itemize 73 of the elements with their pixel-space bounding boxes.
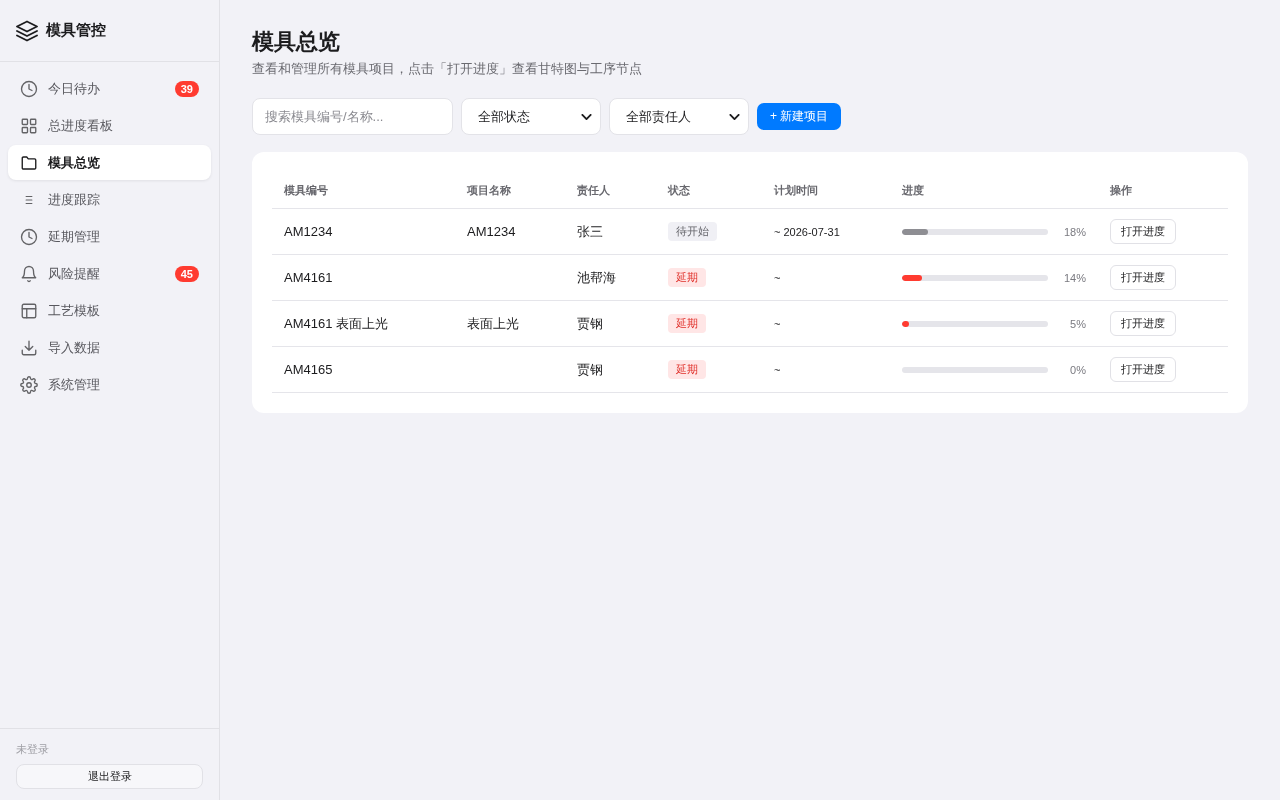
sidebar-item-label: 导入数据 [48,338,100,357]
table-cell: AM4161 [284,270,333,285]
sidebar-item[interactable]: 延期管理 [8,219,211,254]
column-header: 状态 [668,182,690,198]
sidebar-item[interactable]: 模具总览 [8,145,211,180]
table-cell: 池帮海 [577,268,616,287]
layers-icon [16,19,38,42]
sidebar-item[interactable]: 系统管理 [8,367,211,402]
chevron-down-icon [729,113,740,120]
sidebar-item[interactable]: 总进度看板 [8,108,211,143]
app-title: 模具管控 [46,21,106,40]
settings-icon [20,375,38,394]
open-progress-button[interactable]: 打开进度 [1110,357,1176,382]
count-badge: 45 [174,265,199,282]
sidebar-item-label: 模具总览 [48,153,100,172]
table-cell: ~ [774,363,781,376]
logout-button[interactable]: 退出登录 [16,764,203,789]
column-header: 责任人 [577,182,610,198]
sidebar-item[interactable]: 进度跟踪 [8,182,211,217]
table-cell: 贾钢 [577,360,603,379]
login-status: 未登录 [16,742,49,757]
column-header: 进度 [902,182,924,198]
page-subtitle: 查看和管理所有模具项目，点击「打开进度」查看甘特图与工序节点 [252,60,642,78]
clock-icon [20,79,38,98]
table-cell: AM4165 [284,362,333,377]
bell-icon [20,264,38,283]
column-header: 模具编号 [284,182,328,198]
status-badge: 延期 [668,314,706,333]
sidebar-item[interactable]: 风险提醒 45 [8,256,211,291]
sidebar-item-label: 工艺模板 [48,301,100,320]
sidebar-item[interactable]: 今日待办 39 [8,71,211,106]
status-badge: 延期 [668,360,706,379]
column-header: 计划时间 [774,182,818,198]
count-badge: 39 [174,80,199,97]
table-cell: ~ [774,317,781,330]
table-cell: ~ 2026-07-31 [774,225,840,238]
layout-icon [20,301,38,320]
sidebar-item-label: 总进度看板 [48,116,113,135]
table-cell: AM1234 [284,224,333,239]
sidebar-item[interactable]: 导入数据 [8,330,211,365]
table-cell: 贾钢 [577,314,603,333]
table-cell: ~ [774,271,781,284]
sidebar-item-label: 延期管理 [48,227,100,246]
progress-value: 18% [1063,225,1086,238]
progress-value: 5% [1070,317,1086,330]
page-title: 模具总览 [252,28,340,56]
table-cell: 表面上光 [467,314,519,333]
status-badge: 待开始 [668,222,717,241]
new-project-button[interactable]: + 新建项目 [757,103,842,130]
open-progress-button[interactable]: 打开进度 [1110,311,1176,336]
sidebar-item[interactable]: 工艺模板 [8,293,211,328]
table-cell: AM1234 [467,224,516,239]
column-header: 项目名称 [467,182,511,198]
progress-value: 14% [1063,271,1086,284]
open-progress-button[interactable]: 打开进度 [1110,265,1176,290]
table-cell: 张三 [577,222,603,241]
download-icon [20,338,38,357]
owner-select[interactable]: 全部责任人 [609,98,749,135]
column-header: 操作 [1110,182,1132,198]
grid-icon [20,116,38,135]
status-badge: 延期 [668,268,706,287]
search-field[interactable]: 搜索模具编号/名称... [252,98,453,135]
sidebar-item-label: 系统管理 [48,375,100,394]
clock-icon [20,227,38,246]
sidebar-item-label: 风险提醒 [48,264,100,283]
table-cell: AM4161 表面上光 [284,314,389,333]
status-select[interactable]: 全部状态 [461,98,601,135]
open-progress-button[interactable]: 打开进度 [1110,219,1176,244]
sidebar-item-label: 进度跟踪 [48,190,100,209]
chevron-down-icon [581,113,592,120]
sidebar-item-label: 今日待办 [48,79,100,98]
folder-icon [20,153,38,172]
progress-value: 0% [1070,363,1086,376]
